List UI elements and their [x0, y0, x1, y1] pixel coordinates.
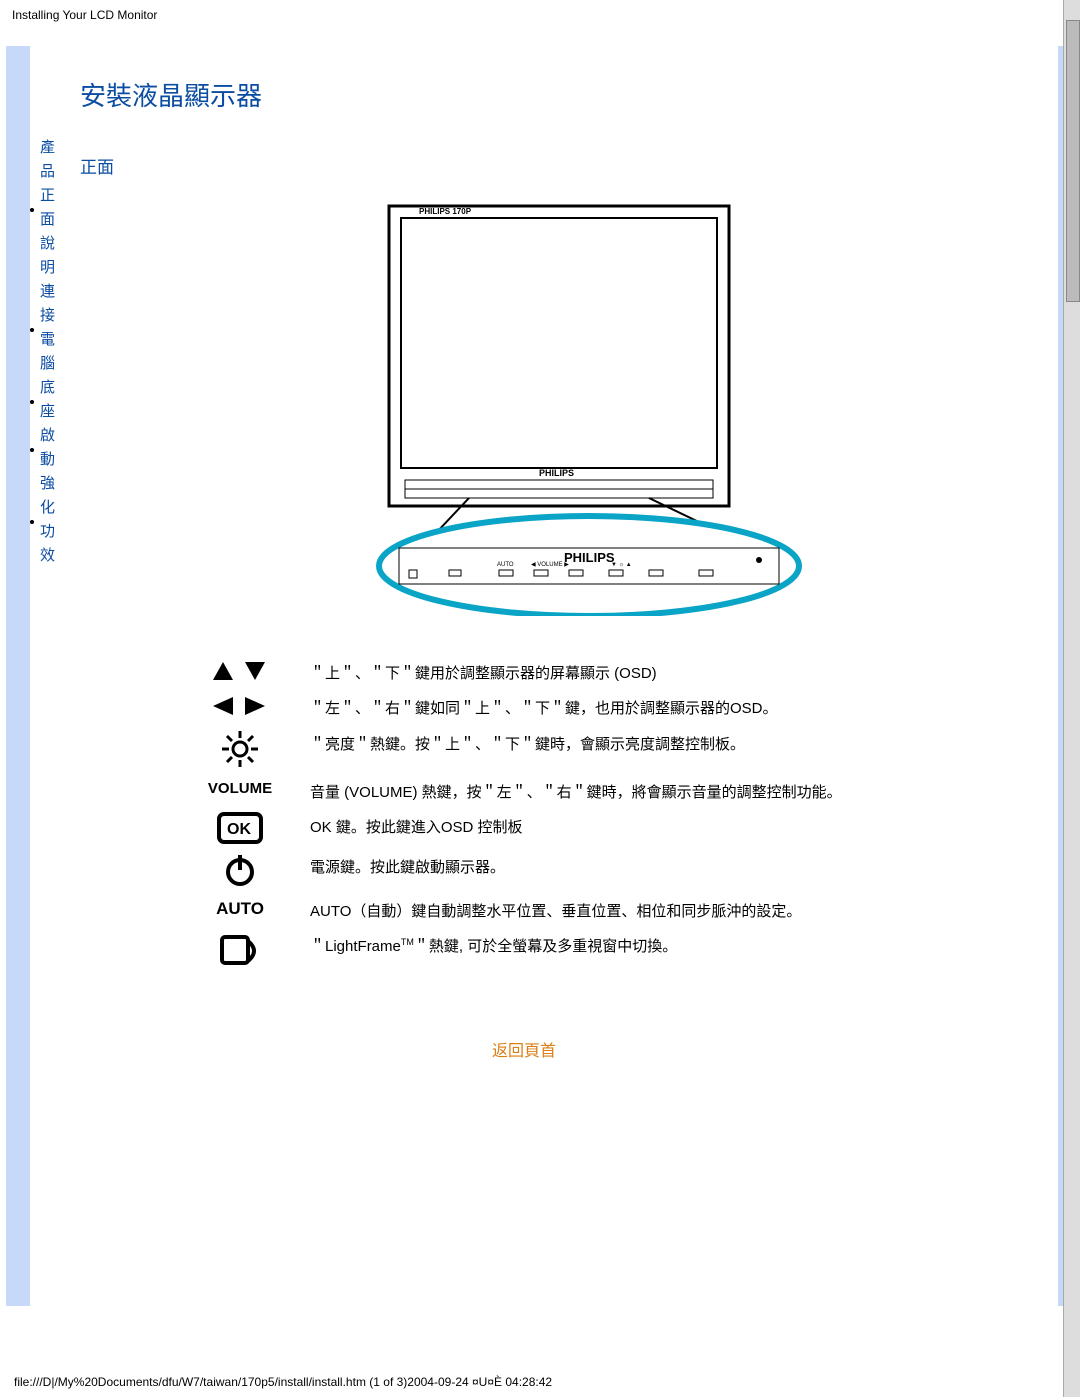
- scrollbar[interactable]: [1063, 0, 1080, 1397]
- up-down-icon: [180, 656, 300, 691]
- scrollbar-thumb[interactable]: [1066, 20, 1080, 302]
- page: Installing Your LCD Monitor 安裝液晶顯示器 產品正面…: [0, 0, 1080, 1397]
- sidenav-item-connect[interactable]: 連接電腦: [40, 280, 58, 376]
- table-row: OK OK 鍵。按此鍵進入OSD 控制板: [180, 810, 852, 850]
- table-row: VOLUME 音量 (VOLUME) 熱鍵，按＂左＂、＂右＂鍵時，將會顯示音量的…: [180, 775, 852, 810]
- monitor-illustration: PHILIPS 170P PHILIPS PHILIPS: [160, 196, 1018, 616]
- table-row: ＂左＂、＂右＂鍵如同＂上＂、＂下＂鍵，也用於調整顯示器的OSD。: [180, 691, 852, 726]
- control-desc: ＂亮度＂熱鍵。按＂上＂、＂下＂鍵時，會顯示亮度調整控制板。: [300, 727, 852, 775]
- svg-text:OK: OK: [227, 821, 251, 838]
- table-row: ＂LightFrameTM＂熱鍵, 可於全螢幕及多重視窗中切換。: [180, 929, 852, 977]
- brand-text: PHILIPS: [564, 550, 615, 565]
- control-desc: AUTO（自動）鍵自動調整水平位置、垂直位置、相位和同步脈沖的設定。: [300, 894, 852, 929]
- svg-text:◀ VOLUME ▶: ◀ VOLUME ▶: [531, 562, 569, 568]
- side-nav: 產品正面說明 連接電腦 底座 啟動 強化功效: [40, 136, 58, 568]
- control-desc: ＂LightFrameTM＂熱鍵, 可於全螢幕及多重視窗中切換。: [300, 929, 852, 977]
- power-icon: [180, 850, 300, 894]
- page-title: 安裝液晶顯示器: [80, 76, 1018, 113]
- content-frame: 安裝液晶顯示器 產品正面說明 連接電腦 底座 啟動 強化功效 正面 PHILIP…: [6, 46, 1074, 1306]
- table-row: ＂亮度＂熱鍵。按＂上＂、＂下＂鍵時，會顯示亮度調整控制板。: [180, 727, 852, 775]
- ok-icon: OK: [180, 810, 300, 850]
- control-desc: 電源鍵。按此鍵啟動顯示器。: [300, 850, 852, 894]
- svg-text:▼ ☼ ▲: ▼ ☼ ▲: [611, 562, 632, 568]
- table-row: ＂上＂、＂下＂鍵用於調整顯示器的屏幕顯示 (OSD): [180, 656, 852, 691]
- controls-table: ＂上＂、＂下＂鍵用於調整顯示器的屏幕顯示 (OSD) ＂左＂、＂右＂鍵如同＂上＂…: [180, 656, 852, 977]
- section-heading-front: 正面: [80, 153, 1018, 178]
- left-right-icon: [180, 691, 300, 726]
- svg-text:AUTO: AUTO: [497, 562, 514, 568]
- volume-label: VOLUME: [180, 775, 300, 810]
- control-desc: ＂左＂、＂右＂鍵如同＂上＂、＂下＂鍵，也用於調整顯示器的OSD。: [300, 691, 852, 726]
- control-desc: ＂上＂、＂下＂鍵用於調整顯示器的屏幕顯示 (OSD): [300, 656, 852, 691]
- sidenav-item-optimize[interactable]: 強化功效: [40, 472, 58, 568]
- control-desc: 音量 (VOLUME) 熱鍵，按＂左＂、＂右＂鍵時，將會顯示音量的調整控制功能。: [300, 775, 852, 810]
- back-to-top-link[interactable]: 返回頁首: [30, 1037, 1018, 1061]
- auto-label: AUTO: [180, 894, 300, 929]
- brightness-icon: [180, 727, 300, 775]
- footer-path: file:///D|/My%20Documents/dfu/W7/taiwan/…: [14, 1375, 552, 1389]
- control-desc: OK 鍵。按此鍵進入OSD 控制板: [300, 810, 852, 850]
- content-panel: 安裝液晶顯示器 產品正面說明 連接電腦 底座 啟動 強化功效 正面 PHILIP…: [30, 46, 1058, 1306]
- lightframe-icon: [180, 929, 300, 977]
- sidenav-item-front[interactable]: 產品正面說明: [40, 136, 58, 280]
- svg-text:PHILIPS: PHILIPS: [539, 468, 574, 478]
- sidenav-item-start[interactable]: 啟動: [40, 424, 58, 472]
- sidenav-item-base[interactable]: 底座: [40, 376, 58, 424]
- header-path: Installing Your LCD Monitor: [0, 0, 1080, 26]
- table-row: 電源鍵。按此鍵啟動顯示器。: [180, 850, 852, 894]
- table-row: AUTO AUTO（自動）鍵自動調整水平位置、垂直位置、相位和同步脈沖的設定。: [180, 894, 852, 929]
- svg-text:PHILIPS 170P: PHILIPS 170P: [419, 207, 472, 216]
